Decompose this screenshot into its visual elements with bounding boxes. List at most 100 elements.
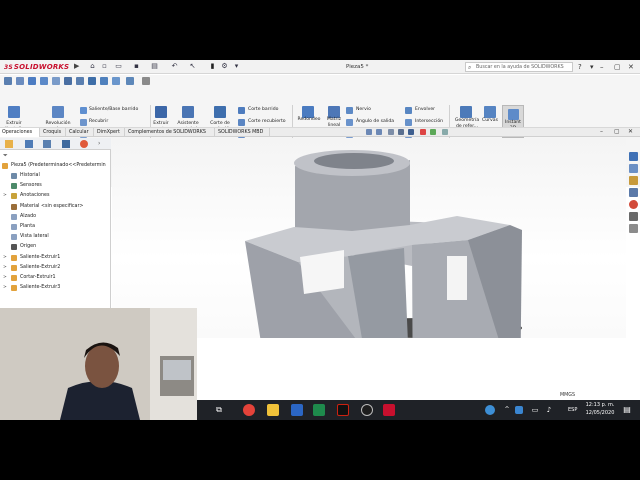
wrap-icon[interactable]: [405, 107, 412, 114]
sketch-icon[interactable]: [4, 77, 12, 85]
people-icon[interactable]: [485, 405, 495, 415]
tab-croquis[interactable]: Croquis: [41, 128, 66, 137]
file-explorer-icon[interactable]: [629, 176, 638, 185]
design-library-icon[interactable]: [629, 164, 638, 173]
box-icon[interactable]: [100, 77, 108, 85]
scene-icon[interactable]: [430, 129, 436, 135]
plane-quick-icon[interactable]: [64, 77, 72, 85]
lofted-cut-icon[interactable]: [238, 119, 245, 126]
axis-quick-icon[interactable]: [76, 77, 84, 85]
smart-dimension-icon[interactable]: [16, 77, 24, 85]
save-icon[interactable]: ▪: [132, 62, 141, 71]
tray-arrow-icon[interactable]: ^: [501, 404, 513, 416]
task-view-icon[interactable]: ⧉: [213, 404, 225, 416]
fillet-quick-icon[interactable]: [52, 77, 60, 85]
clock-time[interactable]: 12:13 p. m.: [585, 402, 615, 408]
traffic-light-icon[interactable]: ▮: [208, 62, 217, 71]
draft-icon[interactable]: [346, 119, 353, 126]
appearance-icon[interactable]: [420, 129, 426, 135]
loft-icon[interactable]: [80, 119, 87, 126]
part-icon[interactable]: [112, 77, 120, 85]
home-icon[interactable]: ⌂: [88, 62, 97, 71]
resources-icon[interactable]: [629, 152, 638, 161]
notifications-icon[interactable]: ▤: [621, 404, 633, 416]
units-indicator[interactable]: MMGS: [560, 393, 575, 398]
swept-cut-button[interactable]: Corte barrido: [248, 107, 278, 113]
close-icon[interactable]: ✕: [628, 61, 634, 73]
network-icon[interactable]: ▭: [529, 404, 541, 416]
cube-icon[interactable]: [88, 77, 96, 85]
dimxpert-tab-icon[interactable]: [62, 140, 70, 148]
view-settings-icon[interactable]: [442, 129, 448, 135]
config-tab-icon[interactable]: [43, 140, 51, 148]
rib-button[interactable]: Nervio: [356, 107, 371, 113]
intersect-icon[interactable]: [405, 119, 412, 126]
lofted-cut-button[interactable]: Corte recubierto: [248, 119, 286, 125]
expand-arrow-icon[interactable]: >: [3, 191, 8, 201]
pane-restore-icon[interactable]: ▢: [614, 126, 620, 138]
pane-minimize-icon[interactable]: –: [600, 126, 603, 138]
draft-button[interactable]: Ángulo de salida: [356, 119, 394, 125]
obs-icon[interactable]: [361, 404, 373, 416]
expand-arrow-icon[interactable]: >: [3, 273, 8, 283]
tab-mbd[interactable]: SOLIDWORKS MBD: [216, 128, 270, 137]
zoom-area-icon[interactable]: [376, 129, 382, 135]
revolve-cut-icon[interactable]: [214, 106, 226, 118]
expand-arrow-icon[interactable]: >: [3, 253, 8, 263]
curves-icon[interactable]: [484, 106, 496, 118]
wrap-button[interactable]: Envolver: [415, 107, 435, 113]
rib-icon[interactable]: [346, 107, 353, 114]
view-palette-icon[interactable]: [629, 188, 638, 197]
swept-cut-icon[interactable]: [238, 107, 245, 114]
undo-icon[interactable]: ↶: [170, 62, 179, 71]
reference-geometry-icon[interactable]: [460, 106, 472, 118]
new-document-icon[interactable]: ▫: [100, 62, 109, 71]
property-tab-icon[interactable]: [25, 140, 33, 148]
extrude-quick-icon[interactable]: [28, 77, 36, 85]
cut-quick-icon[interactable]: [40, 77, 48, 85]
tabs-more-icon[interactable]: ›: [98, 140, 103, 148]
section-view-icon[interactable]: [388, 129, 394, 135]
zoom-fit-icon[interactable]: [366, 129, 372, 135]
solidworks-taskbar-icon[interactable]: [383, 404, 395, 416]
display-style-icon[interactable]: [408, 129, 414, 135]
netflix-icon[interactable]: [337, 404, 349, 416]
extrude-boss-icon[interactable]: [8, 106, 20, 118]
volume-icon[interactable]: ♪: [543, 404, 555, 416]
clock-date[interactable]: 12/05/2020: [585, 410, 615, 416]
restore-icon[interactable]: ▢: [614, 61, 621, 73]
tray-app-icon[interactable]: [515, 406, 523, 414]
help-dropdown-icon[interactable]: ▾: [590, 61, 594, 73]
assembly-icon[interactable]: [126, 77, 134, 85]
appearances-icon[interactable]: [629, 200, 638, 209]
measure-icon[interactable]: [142, 77, 150, 85]
revolve-boss-icon[interactable]: [52, 106, 64, 118]
open-icon[interactable]: ▭: [114, 62, 123, 71]
select-icon[interactable]: ↖: [188, 62, 197, 71]
word-icon[interactable]: [291, 404, 303, 416]
tab-operaciones[interactable]: Operaciones: [0, 128, 40, 137]
tab-dimxpert[interactable]: DimXpert: [95, 128, 125, 137]
feature-tree-tab-icon[interactable]: [5, 140, 13, 148]
curves-button[interactable]: Curvas: [480, 118, 500, 124]
tab-complementos[interactable]: Complementos de SOLIDWORKS: [126, 128, 215, 137]
extrude-cut-icon[interactable]: [155, 106, 167, 118]
hole-wizard-icon[interactable]: [182, 106, 194, 118]
forum-icon[interactable]: [629, 224, 638, 233]
display-tab-icon[interactable]: [80, 140, 88, 148]
menu-arrow-icon[interactable]: ▶: [74, 62, 79, 70]
language-indicator[interactable]: ESP: [568, 407, 577, 413]
help-icon[interactable]: ?: [578, 61, 582, 73]
pane-close-icon[interactable]: ✕: [628, 126, 633, 138]
options-icon[interactable]: ⚙: [220, 62, 229, 71]
expand-arrow-icon[interactable]: >: [3, 263, 8, 273]
dropdown-icon[interactable]: ▾: [232, 62, 241, 71]
chrome-icon[interactable]: [243, 404, 255, 416]
minimize-icon[interactable]: –: [600, 61, 604, 73]
excel-icon[interactable]: [313, 404, 325, 416]
view-orientation-icon[interactable]: [398, 129, 404, 135]
intersect-button[interactable]: Intersección: [415, 119, 443, 125]
fillet-button[interactable]: Redondeo: [294, 117, 324, 123]
file-explorer-taskbar-icon[interactable]: [267, 404, 279, 416]
print-icon[interactable]: ▤: [150, 62, 159, 71]
